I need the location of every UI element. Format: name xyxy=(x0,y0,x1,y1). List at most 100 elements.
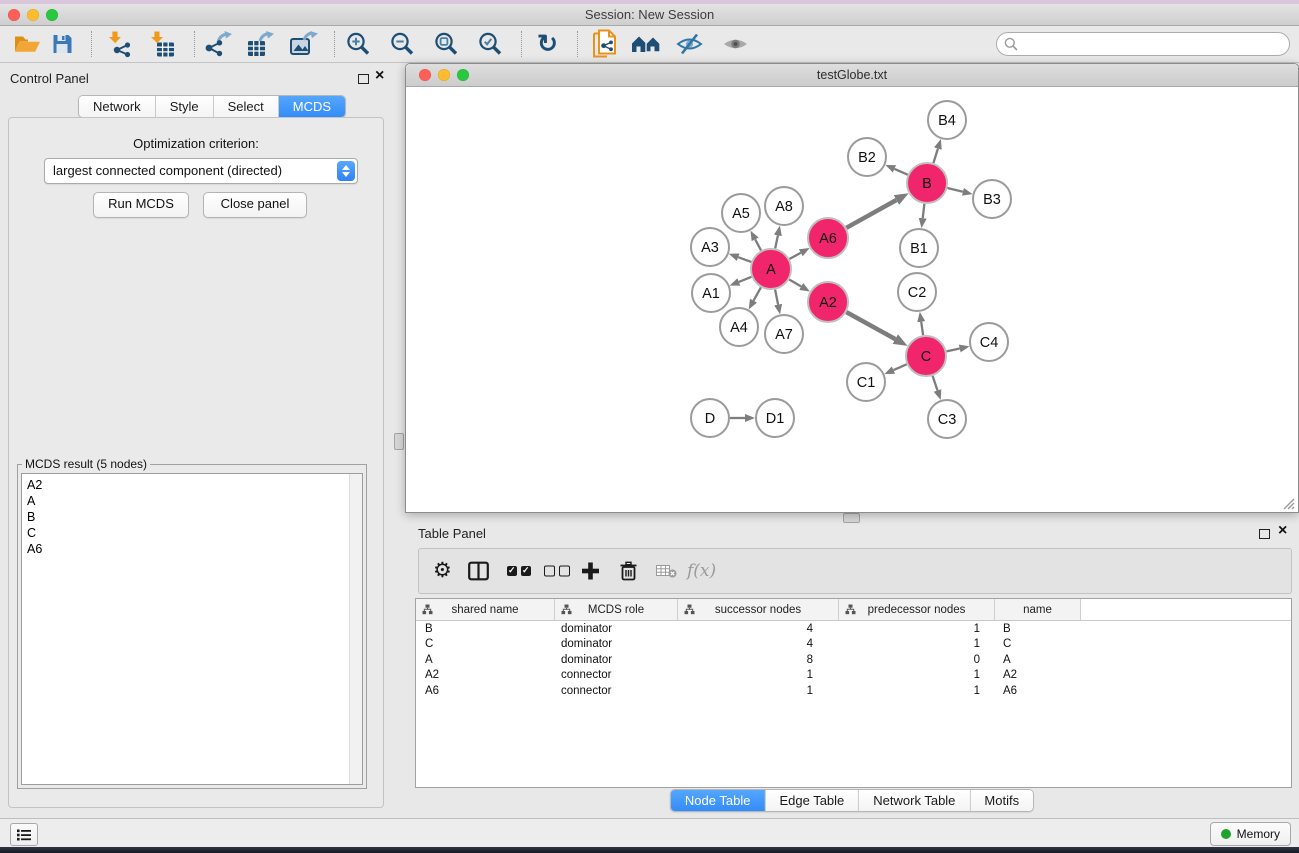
show-columns-icon[interactable] xyxy=(468,562,489,581)
import-network-icon[interactable] xyxy=(108,31,133,58)
run-mcds-button[interactable]: Run MCDS xyxy=(93,192,189,218)
mcds-result-item[interactable]: B xyxy=(22,509,349,525)
graph-edge-C-C3[interactable] xyxy=(933,376,938,391)
memory-button[interactable]: Memory xyxy=(1210,822,1291,846)
add-column-icon[interactable] xyxy=(582,563,599,580)
graph-edge-A-A8[interactable] xyxy=(775,235,778,248)
search-field[interactable] xyxy=(996,32,1290,56)
horizontal-splitter-handle[interactable] xyxy=(843,513,860,523)
mcds-result-item[interactable]: A2 xyxy=(22,477,349,493)
select-all-columns-icon[interactable] xyxy=(507,566,531,576)
graph-edge-B-B3[interactable] xyxy=(947,188,963,192)
search-input[interactable] xyxy=(1023,34,1282,54)
graph-node-label: C1 xyxy=(857,375,876,391)
main-titlebar[interactable]: Session: New Session xyxy=(0,4,1299,26)
graph-edge-B-B4[interactable] xyxy=(933,149,938,163)
tab-network-table[interactable]: Network Table xyxy=(858,790,969,811)
graph-node-label: A3 xyxy=(701,240,719,256)
table-row[interactable]: Cdominator41C xyxy=(416,637,1291,653)
resize-grip-icon[interactable] xyxy=(1281,496,1295,510)
tab-style[interactable]: Style xyxy=(155,96,213,117)
float-panel-icon[interactable] xyxy=(358,74,369,84)
home-icon[interactable] xyxy=(631,34,661,54)
column-header-MCDS-role[interactable]: MCDS role xyxy=(555,599,678,620)
graph-edge-B-B1[interactable] xyxy=(923,204,925,218)
graph-edge-C-C2[interactable] xyxy=(921,322,923,336)
graph-edge-A-A7[interactable] xyxy=(775,290,778,305)
vertical-splitter-handle[interactable] xyxy=(394,433,404,450)
graph-edge-A-A6[interactable] xyxy=(789,253,800,259)
open-session-icon[interactable] xyxy=(14,34,41,55)
tab-motifs[interactable]: Motifs xyxy=(969,790,1033,811)
mcds-scrollbar[interactable] xyxy=(349,474,362,784)
criterion-select[interactable]: largest connected component (directed) xyxy=(44,158,358,184)
zoom-selected-icon[interactable] xyxy=(478,32,503,57)
graph-node-label: A5 xyxy=(732,206,750,222)
zoom-fit-icon[interactable] xyxy=(434,32,459,57)
graph-node-label: B3 xyxy=(983,192,1001,208)
column-header-name[interactable]: name xyxy=(995,599,1081,620)
graph-edge-C-C1[interactable] xyxy=(894,364,907,370)
show-graphics-details-icon[interactable] xyxy=(722,35,749,54)
float-table-panel-icon[interactable] xyxy=(1259,529,1270,539)
table-row[interactable]: Bdominator41B xyxy=(416,621,1291,637)
tab-network[interactable]: Network xyxy=(79,96,155,117)
graph-edge-A-A2[interactable] xyxy=(789,280,801,287)
table-row[interactable]: A6connector11A6 xyxy=(416,683,1291,699)
mcds-result-item[interactable]: C xyxy=(22,525,349,541)
table-panel: Table Panel × ⚙ f(x) shared nameMCDS rol… xyxy=(405,523,1299,818)
column-header-successor-nodes[interactable]: successor nodes xyxy=(678,599,839,620)
tab-node-table[interactable]: Node Table xyxy=(671,790,765,811)
tab-select[interactable]: Select xyxy=(213,96,278,117)
graph-edge-A2-C[interactable] xyxy=(846,312,895,339)
graph-node-label: A6 xyxy=(819,231,837,247)
graph-node-label: A7 xyxy=(775,327,793,343)
refresh-view-icon[interactable]: ↻ xyxy=(537,32,558,56)
graph-edge-A-A5[interactable] xyxy=(755,239,761,250)
graph-edge-A-A1[interactable] xyxy=(739,277,752,282)
hide-graphics-details-icon[interactable] xyxy=(676,33,703,56)
deselect-all-columns-icon[interactable] xyxy=(544,566,570,577)
export-network-icon[interactable] xyxy=(205,31,232,57)
search-icon xyxy=(1004,37,1018,51)
delete-column-trash-icon[interactable] xyxy=(620,562,637,581)
close-table-panel-icon[interactable]: × xyxy=(1278,523,1287,539)
table-header-row: shared nameMCDS rolesuccessor nodesprede… xyxy=(416,599,1291,621)
zoom-out-icon[interactable] xyxy=(390,32,415,57)
graph-edge-C-C4[interactable] xyxy=(947,349,960,352)
export-image-icon[interactable] xyxy=(290,31,318,57)
network-window-titlebar[interactable]: testGlobe.txt xyxy=(406,64,1298,87)
network-canvas[interactable]: B4B2BB3A5A8A6B1A3AA1A2C2A4A7C4CC1C3DD1 xyxy=(406,87,1296,511)
close-panel-button[interactable]: Close panel xyxy=(203,192,307,218)
delete-table-icon[interactable] xyxy=(656,564,677,578)
table-row[interactable]: A2connector11A2 xyxy=(416,668,1291,684)
import-table-icon[interactable] xyxy=(150,31,175,58)
new-network-from-selection-icon[interactable] xyxy=(593,30,619,59)
graph-edge-A-A4[interactable] xyxy=(754,287,761,300)
column-header-predecessor-nodes[interactable]: predecessor nodes xyxy=(839,599,995,620)
mcds-result-item[interactable]: A xyxy=(22,493,349,509)
table-row[interactable]: Adominator80A xyxy=(416,652,1291,668)
graph-edge-B-B2[interactable] xyxy=(895,169,908,175)
task-history-button[interactable] xyxy=(10,823,38,846)
tab-mcds[interactable]: MCDS xyxy=(278,96,345,117)
mcds-result-item[interactable]: A6 xyxy=(22,541,349,557)
export-table-icon[interactable] xyxy=(247,31,274,57)
hierarchy-icon xyxy=(422,604,433,615)
table-cell: A2 xyxy=(416,669,554,681)
close-panel-icon[interactable]: × xyxy=(375,68,384,84)
graph-node-label: C xyxy=(921,349,931,365)
column-header-shared-name[interactable]: shared name xyxy=(416,599,555,620)
tab-edge-table[interactable]: Edge Table xyxy=(764,790,858,811)
network-view-window[interactable]: testGlobe.txt B4B2BB3A5A8A6B1A3AA1A2C2A4… xyxy=(405,63,1299,513)
network-graph[interactable]: B4B2BB3A5A8A6B1A3AA1A2C2A4A7C4CC1C3DD1 xyxy=(406,87,1296,511)
zoom-in-icon[interactable] xyxy=(346,32,371,57)
table-settings-gear-icon[interactable]: ⚙ xyxy=(433,560,452,582)
graph-edge-A6-B[interactable] xyxy=(846,200,896,228)
graph-node-label: C3 xyxy=(938,412,957,428)
function-builder-icon[interactable]: f(x) xyxy=(687,561,716,581)
save-session-icon[interactable] xyxy=(52,34,73,55)
graph-node-label: A xyxy=(766,262,776,278)
list-icon xyxy=(17,829,31,841)
graph-edge-A-A3[interactable] xyxy=(738,257,751,262)
